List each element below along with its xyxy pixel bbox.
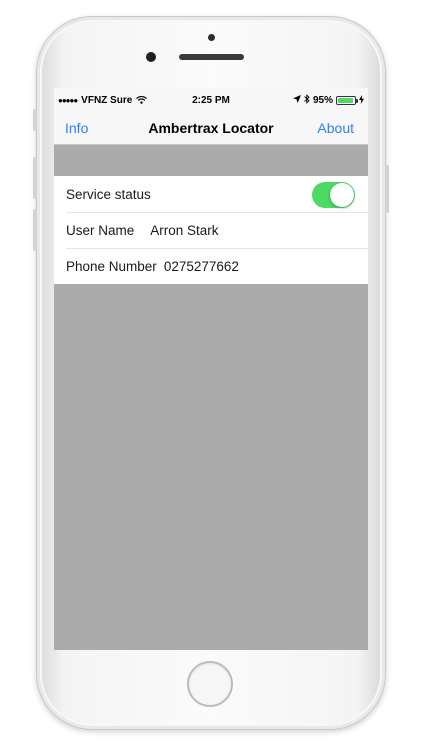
user-name-value: Arron Stark xyxy=(150,222,219,238)
status-bar: ●●●●● VFNZ Sure 2:25 PM 95% xyxy=(54,88,368,112)
battery-icon xyxy=(336,95,358,105)
battery-percent: 95% xyxy=(312,94,333,106)
user-name-label: User Name xyxy=(66,222,135,238)
navigation-bar: Info Ambertrax Locator About xyxy=(54,112,368,145)
front-camera xyxy=(208,34,215,41)
service-status-row: Service status xyxy=(54,176,368,212)
about-button[interactable]: About xyxy=(317,120,354,136)
service-status-toggle[interactable] xyxy=(312,182,355,208)
app-screen: ●●●●● VFNZ Sure 2:25 PM 95% Info Ambertr… xyxy=(54,88,368,650)
battery-tip xyxy=(356,98,358,103)
phone-number-row: Phone Number 0275277662 xyxy=(54,248,368,284)
toggle-knob xyxy=(330,183,354,207)
phone-number-label: Phone Number xyxy=(66,258,157,274)
settings-list: Service status User Name Arron Stark Pho… xyxy=(54,176,368,284)
mute-switch xyxy=(33,109,37,131)
user-name-row: User Name Arron Stark xyxy=(54,212,368,248)
home-button[interactable] xyxy=(187,661,233,707)
volume-up-button xyxy=(33,157,37,199)
status-right: 95% xyxy=(292,94,364,106)
phone-number-value: 0275277662 xyxy=(163,258,239,274)
bluetooth-icon xyxy=(304,94,310,106)
battery-level-fill xyxy=(338,97,353,103)
power-button xyxy=(385,165,389,213)
volume-down-button xyxy=(33,209,37,251)
charging-icon xyxy=(359,94,364,106)
location-arrow-icon xyxy=(292,95,301,105)
service-status-label: Service status xyxy=(66,186,151,202)
earpiece-speaker xyxy=(179,54,244,60)
proximity-sensor xyxy=(146,52,156,62)
